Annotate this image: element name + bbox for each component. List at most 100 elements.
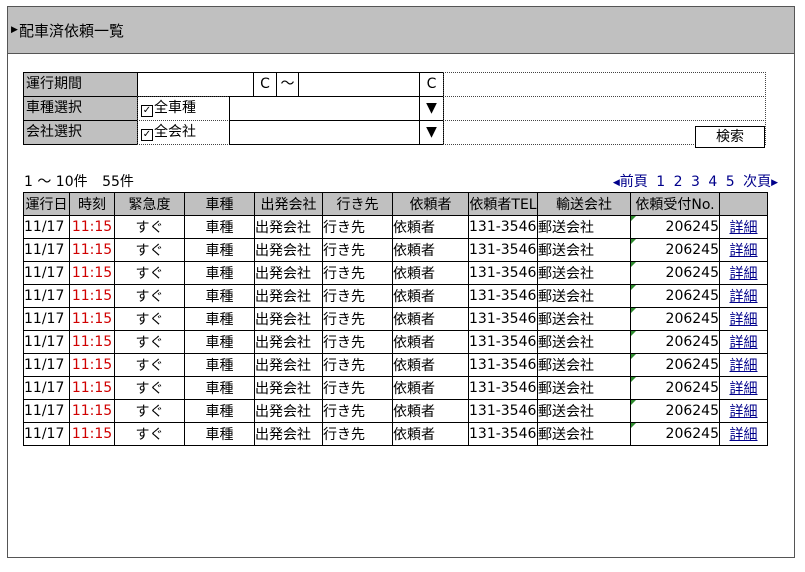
vehicle-spacer [443, 96, 766, 121]
cell-carrier: 郵送会社 [537, 330, 631, 354]
cell-origin: 出発会社 [254, 261, 323, 285]
table-row: 11/17 11:15 すぐ 車種 出発会社 行き先 依頼者 131-3546 郵送会社 2062… [23, 376, 768, 400]
table-header-row: 運行日 時刻 緊急度 車種 出発会社 行き先 依頼者 依頼者TEL 輸送会社 依… [23, 192, 768, 216]
cell-detail[interactable]: 詳細 [719, 399, 768, 423]
cell-urgency: すぐ [114, 284, 185, 308]
cell-requester: 依頼者 [392, 284, 469, 308]
cell-requester-tel: 131-3546 [468, 284, 538, 308]
cell-urgency: すぐ [114, 307, 185, 331]
table-body: 11/17 11:15 すぐ 車種 出発会社 行き先 依頼者 131-3546 郵送会社 2062… [23, 215, 768, 446]
cell-detail[interactable]: 詳細 [719, 353, 768, 377]
next-arrow-icon: ▶ [771, 178, 778, 188]
search-button[interactable]: 検索 [695, 126, 765, 148]
cell-detail[interactable]: 詳細 [719, 376, 768, 400]
detail-link[interactable]: 詳細 [730, 335, 758, 351]
cell-detail[interactable]: 詳細 [719, 330, 768, 354]
vehicle-all-checkbox[interactable]: ✓ 全車種 [137, 96, 230, 121]
request-no-value: 206245 [665, 242, 719, 258]
detail-link[interactable]: 詳細 [730, 289, 758, 305]
col-requester: 依頼者 [392, 192, 469, 216]
cell-vehicle: 車種 [184, 353, 255, 377]
detail-link[interactable]: 詳細 [730, 266, 758, 282]
cell-destination: 行き先 [322, 399, 393, 423]
cell-detail[interactable]: 詳細 [719, 284, 768, 308]
cell-detail[interactable]: 詳細 [719, 307, 768, 331]
cell-urgency: すぐ [114, 330, 185, 354]
cell-requester-tel: 131-3546 [468, 422, 538, 446]
pager-page-1[interactable]: 1 [656, 174, 665, 190]
result-total: 55件 [102, 174, 134, 190]
period-end-calendar-button[interactable]: C [419, 72, 444, 97]
pager-page-5[interactable]: 5 [726, 174, 735, 190]
col-time: 時刻 [69, 192, 115, 216]
table-row: 11/17 11:15 すぐ 車種 出発会社 行き先 依頼者 131-3546 郵送会社 2062… [23, 353, 768, 377]
table-row: 11/17 11:15 すぐ 車種 出発会社 行き先 依頼者 131-3546 郵送会社 2062… [23, 261, 768, 285]
request-no-value: 206245 [665, 311, 719, 327]
cell-urgency: すぐ [114, 215, 185, 239]
request-no-value: 206245 [665, 334, 719, 350]
cell-destination: 行き先 [322, 307, 393, 331]
vehicle-select[interactable] [229, 96, 420, 121]
pager-page-2[interactable]: 2 [674, 174, 683, 190]
pager-next[interactable]: 次頁 [743, 174, 771, 190]
period-start-calendar-button[interactable]: C [253, 72, 277, 97]
filter-panel: 運行期間 C 〜 C 車種選択 ✓ 全車種 ▼ 会社選択 ✓ 全会社 ▼ 検索 [23, 72, 766, 148]
cell-requester: 依頼者 [392, 422, 469, 446]
detail-link[interactable]: 詳細 [730, 312, 758, 328]
detail-link[interactable]: 詳細 [730, 358, 758, 374]
company-select[interactable] [229, 120, 420, 145]
comment-marker-icon [631, 400, 636, 405]
col-requester-tel: 依頼者TEL [468, 192, 538, 216]
cell-request-no: 206245 [630, 238, 720, 262]
cell-time: 11:15 [69, 376, 115, 400]
period-end-input[interactable] [298, 72, 420, 97]
cell-request-no: 206245 [630, 399, 720, 423]
company-dropdown-arrow-icon[interactable]: ▼ [419, 120, 444, 145]
cell-detail[interactable]: 詳細 [719, 261, 768, 285]
period-start-input[interactable] [137, 72, 254, 97]
cell-carrier: 郵送会社 [537, 376, 631, 400]
cell-carrier: 郵送会社 [537, 399, 631, 423]
cell-urgency: すぐ [114, 261, 185, 285]
company-all-label: 全会社 [154, 124, 196, 140]
cell-time: 11:15 [69, 399, 115, 423]
detail-link[interactable]: 詳細 [730, 220, 758, 236]
cell-time: 11:15 [69, 422, 115, 446]
detail-link[interactable]: 詳細 [730, 404, 758, 420]
cell-detail[interactable]: 詳細 [719, 238, 768, 262]
cell-detail[interactable]: 詳細 [719, 215, 768, 239]
check-icon: ✓ [141, 105, 153, 117]
pager-prev[interactable]: 前頁 [620, 174, 648, 190]
cell-origin: 出発会社 [254, 284, 323, 308]
table-row: 11/17 11:15 すぐ 車種 出発会社 行き先 依頼者 131-3546 郵送会社 2062… [23, 284, 768, 308]
company-all-checkbox[interactable]: ✓ 全会社 [137, 120, 230, 145]
cell-requester-tel: 131-3546 [468, 215, 538, 239]
detail-link[interactable]: 詳細 [730, 427, 758, 443]
cell-carrier: 郵送会社 [537, 238, 631, 262]
cell-requester-tel: 131-3546 [468, 330, 538, 354]
cell-vehicle: 車種 [184, 399, 255, 423]
cell-destination: 行き先 [322, 238, 393, 262]
title-arrow-icon: ▶ [11, 25, 18, 35]
cell-request-no: 206245 [630, 422, 720, 446]
cell-time: 11:15 [69, 330, 115, 354]
cell-requester: 依頼者 [392, 353, 469, 377]
cell-requester: 依頼者 [392, 330, 469, 354]
pager-page-3[interactable]: 3 [691, 174, 700, 190]
pager-page-4[interactable]: 4 [708, 174, 717, 190]
cell-detail[interactable]: 詳細 [719, 422, 768, 446]
cell-requester-tel: 131-3546 [468, 353, 538, 377]
comment-marker-icon [631, 331, 636, 336]
request-no-value: 206245 [665, 380, 719, 396]
detail-link[interactable]: 詳細 [730, 243, 758, 259]
cell-time: 11:15 [69, 238, 115, 262]
cell-time: 11:15 [69, 307, 115, 331]
cell-date: 11/17 [23, 353, 70, 377]
cell-urgency: すぐ [114, 238, 185, 262]
cell-date: 11/17 [23, 307, 70, 331]
cell-time: 11:15 [69, 284, 115, 308]
cell-carrier: 郵送会社 [537, 307, 631, 331]
col-vehicle: 車種 [184, 192, 255, 216]
detail-link[interactable]: 詳細 [730, 381, 758, 397]
vehicle-dropdown-arrow-icon[interactable]: ▼ [419, 96, 444, 121]
